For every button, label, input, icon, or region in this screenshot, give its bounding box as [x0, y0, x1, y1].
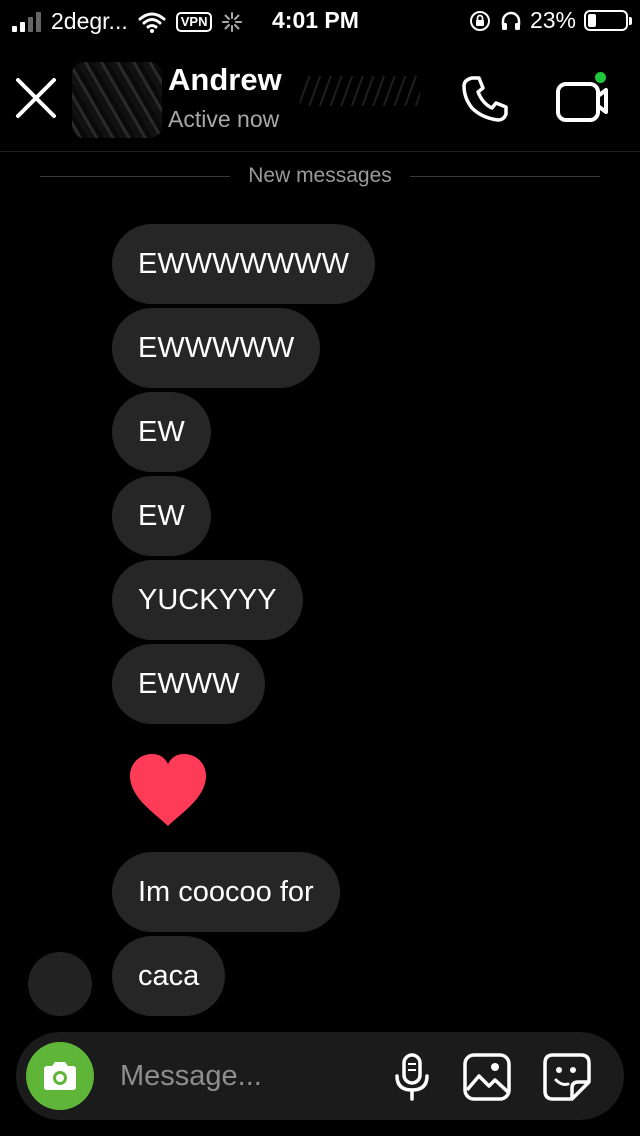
- status-left: 2degr... VPN: [12, 8, 243, 35]
- contact-status: Active now: [168, 106, 280, 132]
- wifi-icon: [138, 12, 166, 33]
- chat-header: Andrew Active now: [0, 44, 640, 152]
- vpn-badge: VPN: [175, 11, 213, 32]
- new-messages-label: New messages: [248, 164, 392, 187]
- video-call-button[interactable]: [552, 70, 612, 126]
- message-bubble[interactable]: EW: [112, 392, 211, 472]
- divider-line-left: [40, 175, 231, 177]
- clock: 4:01 PM: [272, 7, 359, 33]
- heart-icon[interactable]: [126, 752, 210, 828]
- headphones-icon: [501, 11, 521, 30]
- status-right: 23%: [468, 7, 632, 34]
- phone-icon[interactable]: [458, 72, 512, 126]
- camera-icon: [44, 1062, 76, 1090]
- activity-spinner-icon: [222, 11, 243, 32]
- message-input[interactable]: [120, 1056, 370, 1096]
- signal-icon: [12, 11, 41, 32]
- new-messages-divider: New messages: [40, 164, 600, 188]
- message-bubble[interactable]: EWWW: [112, 644, 266, 724]
- close-icon[interactable]: [14, 76, 58, 120]
- rotation-lock-icon: [469, 10, 490, 31]
- message-bubble[interactable]: YUCKYYY: [112, 560, 303, 640]
- divider-line-right: [409, 175, 600, 177]
- sticker-icon[interactable]: [542, 1052, 592, 1102]
- online-indicator: [593, 70, 608, 85]
- battery-percent: 23%: [529, 7, 576, 33]
- message-bubble[interactable]: EW: [112, 476, 211, 556]
- battery-icon: [584, 10, 632, 31]
- message-composer: [16, 1032, 624, 1120]
- microphone-icon[interactable]: [392, 1052, 432, 1102]
- message-bubble[interactable]: Im coocoo for: [112, 852, 340, 932]
- gallery-icon[interactable]: [462, 1052, 512, 1102]
- redacted-name-scribble: [300, 76, 420, 106]
- status-bar: 2degr... VPN 4:01 PM 23%: [0, 0, 640, 40]
- contact-avatar[interactable]: [72, 62, 162, 138]
- sender-avatar[interactable]: [28, 952, 92, 1016]
- carrier-label: 2degr...: [51, 8, 128, 34]
- message-bubble[interactable]: EWWWWW: [112, 308, 321, 388]
- message-bubble[interactable]: caca: [112, 936, 226, 1016]
- message-bubble[interactable]: EWWWWWWW: [112, 224, 375, 304]
- camera-button[interactable]: [26, 1042, 94, 1110]
- contact-name[interactable]: Andrew: [168, 62, 282, 98]
